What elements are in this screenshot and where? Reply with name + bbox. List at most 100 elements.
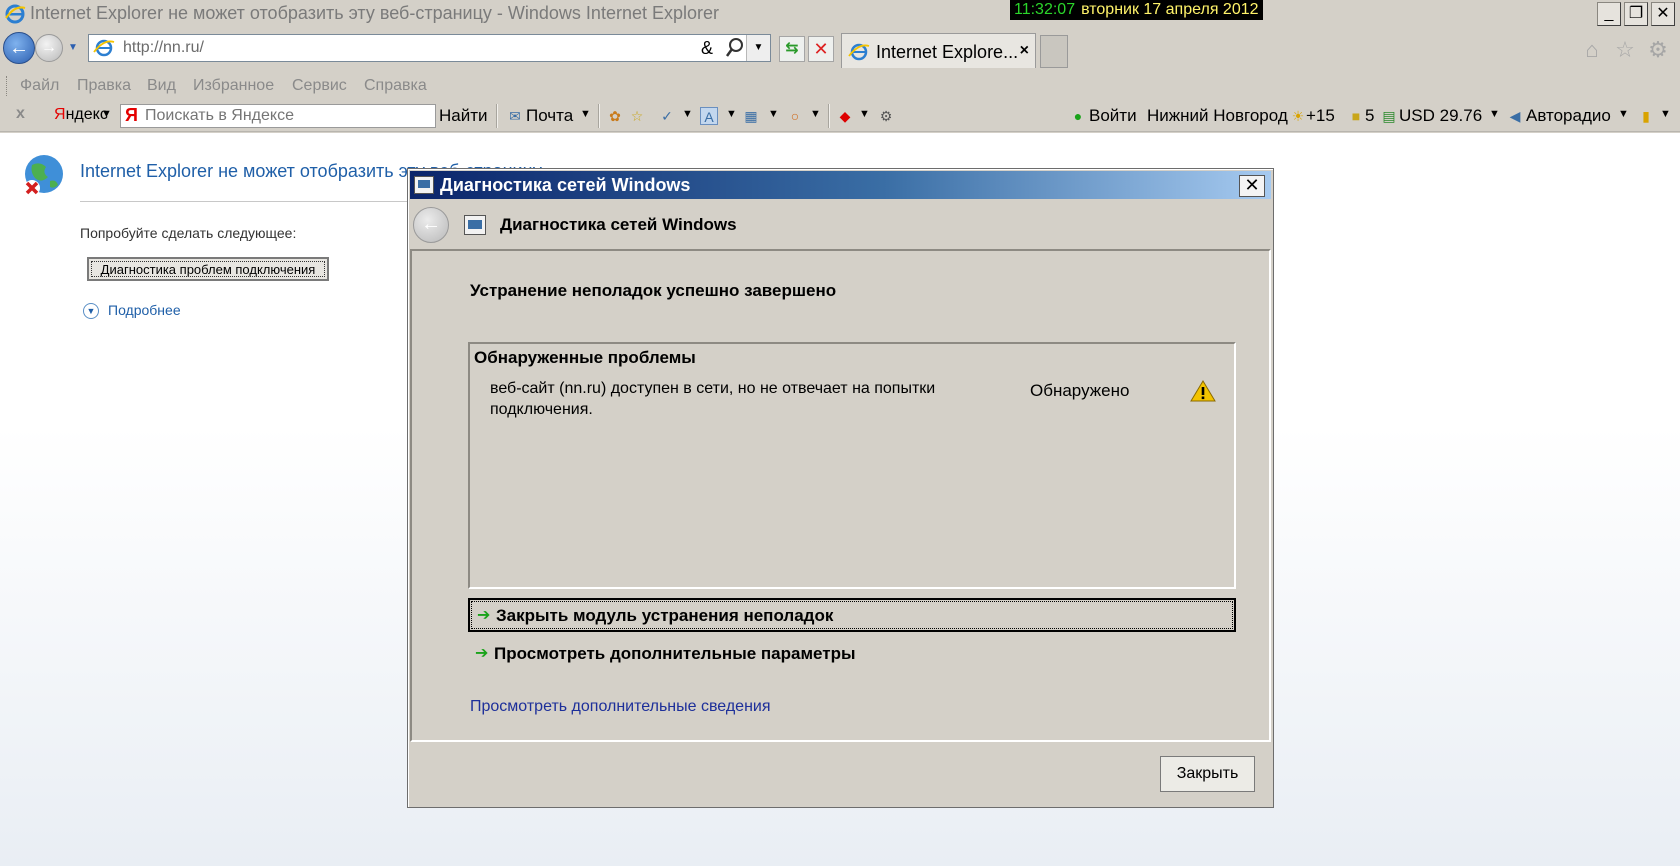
favorites-star-icon[interactable]: ☆	[1612, 37, 1638, 63]
forward-button[interactable]: →	[35, 34, 63, 62]
spellcheck-icon[interactable]: ✓	[658, 107, 676, 125]
translate-icon[interactable]: A	[700, 107, 718, 125]
diagnose-connection-button[interactable]: Диагностика проблем подключения	[87, 257, 329, 281]
divider	[80, 201, 420, 202]
restore-button[interactable]: ❐	[1624, 2, 1648, 26]
dialog-back-button[interactable]: ←	[413, 207, 449, 243]
yandex-find-button[interactable]: Найти	[439, 106, 488, 126]
green-arrow-icon: ➔	[477, 607, 491, 624]
stop-icon: ✕	[813, 39, 829, 59]
radio-speaker-icon[interactable]: ◀	[1506, 107, 1524, 125]
currency-dropdown-icon[interactable]: ▼	[1489, 108, 1500, 120]
back-button[interactable]: ←	[3, 32, 35, 64]
toolbar-separator	[598, 104, 600, 128]
login-status-icon: ●	[1073, 108, 1083, 124]
menu-grip	[6, 76, 8, 96]
weather-sun-cloud-icon: ☀	[1291, 108, 1305, 124]
ie-tab-icon	[848, 43, 870, 61]
login-button[interactable]: Войти	[1089, 106, 1137, 126]
translate-dropdown-icon[interactable]: ▼	[726, 108, 737, 120]
screenshot-dropdown-icon[interactable]: ▼	[768, 108, 779, 120]
minimize-button[interactable]: _	[1597, 2, 1621, 26]
settings-gear-icon[interactable]: ⚙	[877, 107, 895, 125]
currency-rate[interactable]: USD 29.76	[1399, 106, 1482, 126]
more-options-action[interactable]: ➔ Просмотреть дополнительные параметры	[468, 638, 1236, 672]
clock-date: вторник 17 апреля 2012	[1081, 1, 1259, 18]
yandex-toolbar: x Яндекс ▼ Я Найти ✉ Почта ▼ ✿ ☆ ✓ ▼ A ▼…	[0, 100, 1680, 132]
menu-tools[interactable]: Сервис	[292, 77, 347, 95]
tab-close-button[interactable]: ×	[1020, 42, 1029, 60]
more-info-link[interactable]: Подробнее	[108, 302, 181, 318]
compatibility-icon[interactable]: &	[701, 38, 713, 59]
yandex-menu-dropdown-icon[interactable]: ▼	[101, 108, 112, 120]
dialog-close-action-button[interactable]: Закрыть	[1160, 756, 1255, 792]
screenshot-icon[interactable]: ▦	[742, 107, 760, 125]
traffic-icon: ■	[1351, 108, 1361, 124]
green-arrow-icon: ➔	[475, 645, 489, 662]
toolbar-separator	[828, 104, 830, 128]
new-tab-button[interactable]	[1040, 35, 1068, 68]
security-dropdown-icon[interactable]: ▼	[859, 108, 870, 120]
tools-gear-icon[interactable]: ⚙	[1645, 37, 1671, 63]
stop-button[interactable]: ✕	[808, 36, 834, 62]
close-troubleshooter-label: Закрыть модуль устранения неполадок	[496, 606, 834, 625]
spellcheck-dropdown-icon[interactable]: ▼	[682, 108, 693, 120]
city-label[interactable]: Нижний Новгород	[1147, 106, 1288, 126]
mail-icon: ✉	[509, 108, 521, 124]
mail-button[interactable]: Почта	[526, 106, 573, 126]
menu-bar: Файл Правка Вид Избранное Сервис Справка	[0, 72, 1680, 100]
recent-pages-dropdown[interactable]: ▼	[68, 42, 78, 53]
menu-help[interactable]: Справка	[364, 77, 427, 95]
weather-temperature[interactable]: +15	[1306, 106, 1335, 126]
tab-current[interactable]: Internet Explore... ×	[841, 33, 1036, 68]
network-diagnostics-icon	[464, 215, 486, 235]
refresh-button[interactable]: ⇆	[779, 36, 805, 62]
window-title: Internet Explorer не может отобразить эт…	[30, 3, 719, 23]
menu-view[interactable]: Вид	[147, 77, 176, 95]
ie-page-icon	[93, 39, 115, 57]
address-bar[interactable]: http://nn.ru/ & ▼	[88, 34, 771, 62]
menu-favorites[interactable]: Избранное	[193, 77, 274, 95]
signal-dropdown-icon[interactable]: ▼	[1660, 108, 1671, 120]
problems-found-panel: Обнаруженные проблемы веб-сайт (nn.ru) д…	[468, 342, 1236, 589]
mail-dropdown-icon[interactable]: ▼	[580, 108, 591, 120]
security-shield-icon[interactable]: ◆	[836, 107, 854, 125]
address-dropdown-button[interactable]: ▼	[746, 35, 770, 61]
bookmarks-icon[interactable]: ✿	[606, 107, 624, 125]
troubleshooting-status: Устранение неполадок успешно завершено	[470, 281, 837, 300]
network-diagnostics-icon	[414, 176, 434, 194]
dialog-body: Устранение неполадок успешно завершено О…	[410, 249, 1271, 742]
traffic-score[interactable]: 5	[1365, 106, 1374, 126]
close-troubleshooter-action[interactable]: ➔ Закрыть модуль устранения неполадок	[468, 598, 1236, 632]
address-url[interactable]: http://nn.ru/	[123, 39, 204, 57]
yandex-search-box[interactable]: Я	[120, 104, 436, 128]
globe-error-icon	[24, 155, 63, 196]
network-diagnostics-dialog: Диагностика сетей Windows ✕ ← Диагностик…	[407, 168, 1274, 808]
menu-edit[interactable]: Правка	[77, 77, 131, 95]
dialog-title: Диагностика сетей Windows	[440, 175, 691, 195]
taskbar-clock: 11:32:07 вторник 17 апреля 2012	[1010, 0, 1263, 20]
problems-heading: Обнаруженные проблемы	[474, 348, 696, 367]
chat-dropdown-icon[interactable]: ▼	[810, 108, 821, 120]
yandex-search-input[interactable]	[145, 106, 431, 126]
problem-status: Обнаружено	[1030, 381, 1130, 400]
signal-bars-icon: ▮	[1642, 108, 1650, 124]
home-icon[interactable]: ⌂	[1579, 37, 1605, 63]
dialog-close-button[interactable]: ✕	[1239, 175, 1265, 197]
expand-chevron-icon[interactable]: ▼	[83, 303, 99, 319]
window-titlebar: Internet Explorer не может отобразить эт…	[0, 0, 1680, 28]
search-icon[interactable]	[725, 37, 745, 59]
try-following-text: Попробуйте сделать следующее:	[80, 225, 297, 241]
warning-icon	[1190, 380, 1216, 402]
add-bookmark-star-icon[interactable]: ☆	[628, 107, 646, 125]
more-details-link[interactable]: Просмотреть дополнительные сведения	[470, 698, 771, 716]
radio-station[interactable]: Авторадио	[1526, 106, 1611, 126]
yandex-menu-button[interactable]: Яндекс	[54, 106, 108, 124]
refresh-icon: ⇆	[785, 40, 799, 57]
close-window-button[interactable]: ✕	[1651, 2, 1675, 26]
toolbar-close-button[interactable]: x	[16, 105, 25, 123]
menu-file[interactable]: Файл	[20, 77, 59, 95]
chat-bubble-icon[interactable]: ○	[786, 107, 804, 125]
navigation-bar: ← → ▼ http://nn.ru/ & ▼ ⇆ ✕ Internet Exp…	[0, 28, 1680, 72]
radio-dropdown-icon[interactable]: ▼	[1618, 108, 1629, 120]
